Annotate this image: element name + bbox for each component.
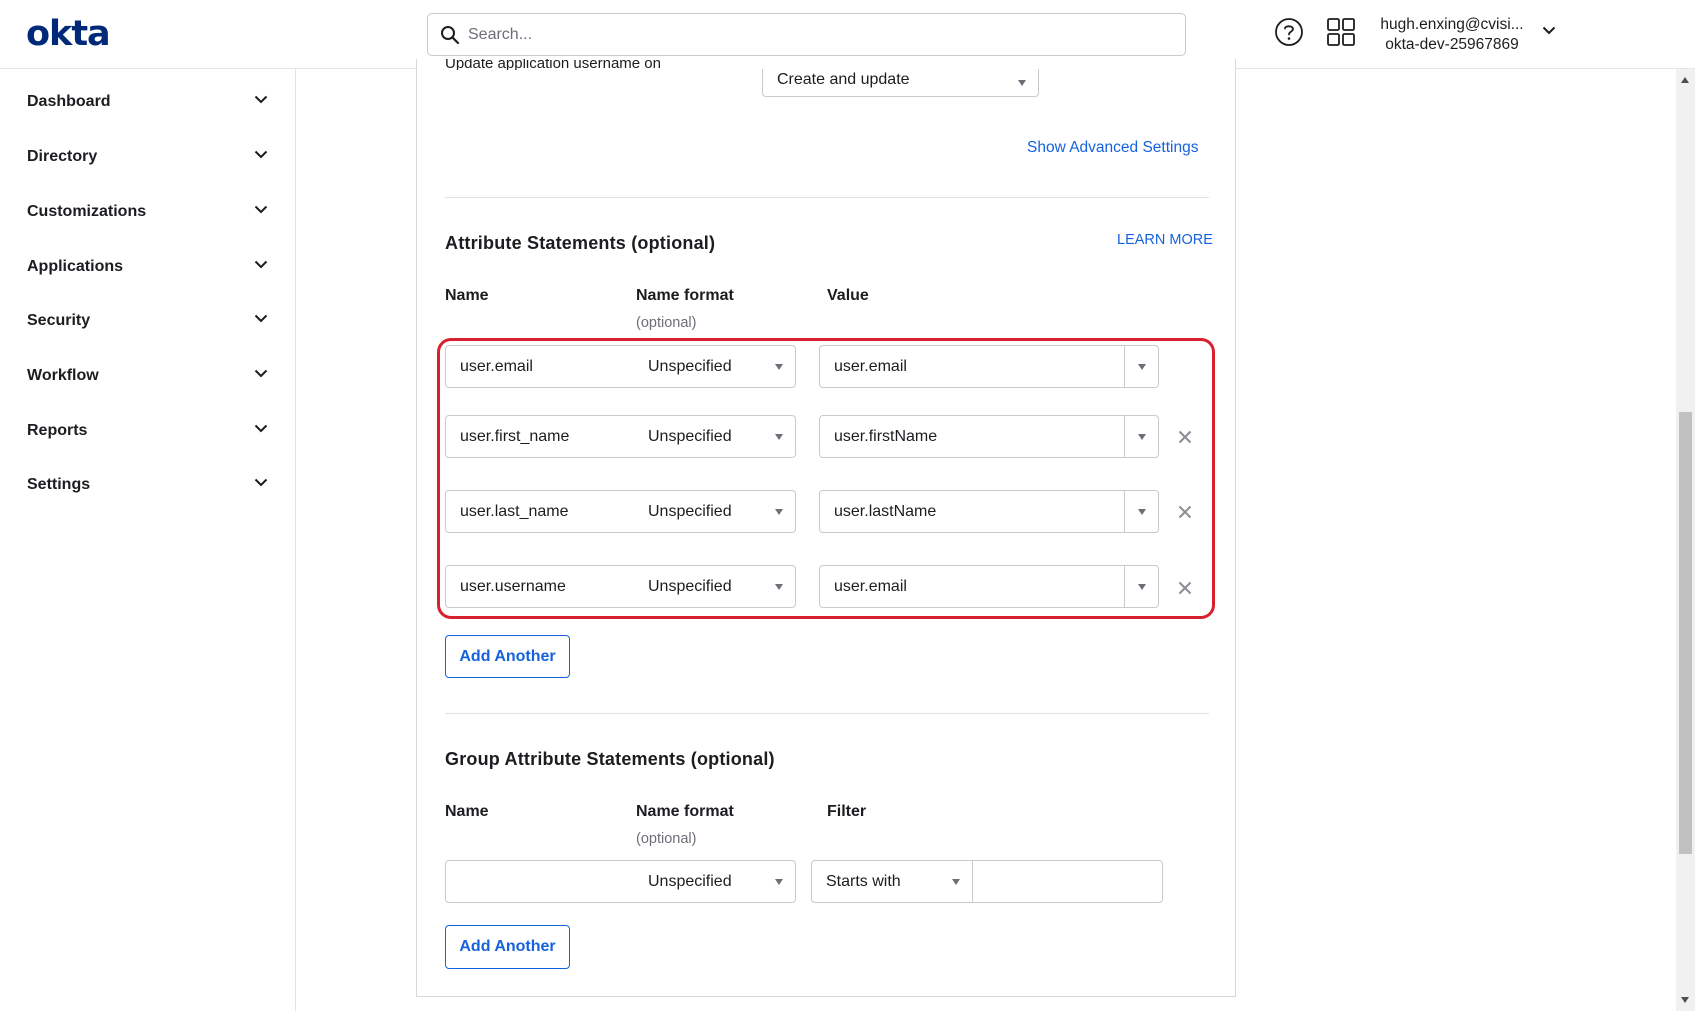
sidebar-item-label: Workflow (27, 367, 99, 384)
user-email: hugh.enxing@cvisi... (1380, 16, 1524, 33)
update-username-label: Update application username on (445, 59, 661, 70)
learn-more-link[interactable]: LEARN MORE (1117, 232, 1213, 248)
sidebar-item-label: Dashboard (27, 93, 111, 110)
sidebar-item-workflow[interactable]: Workflow (0, 356, 295, 396)
org-name: okta-dev-25967869 (1385, 36, 1519, 53)
caret-down-icon (952, 878, 960, 885)
sidebar-item-dashboard[interactable]: Dashboard (0, 82, 295, 122)
col-header-optional: (optional) (636, 315, 697, 331)
attribute-statements-title: Attribute Statements (optional) (445, 233, 716, 253)
chevron-down-icon (254, 95, 268, 104)
sidebar-item-label: Settings (27, 476, 91, 493)
chevron-down-icon (254, 150, 268, 159)
section-divider (445, 197, 1209, 198)
chevron-down-icon (254, 424, 268, 433)
search-icon (441, 25, 460, 44)
sidebar-item-customizations[interactable]: Customizations (0, 192, 295, 232)
group-filter-value-input[interactable] (972, 860, 1163, 903)
group-filter-type-select[interactable]: Starts with (811, 860, 973, 903)
col-header-filter: Filter (827, 803, 867, 820)
sidebar-item-security[interactable]: Security (0, 301, 295, 341)
chevron-down-icon (254, 260, 268, 269)
sidebar-item-directory[interactable]: Directory (0, 137, 295, 177)
section-divider (445, 713, 1209, 714)
user-menu[interactable]: hugh.enxing@cvisi... okta-dev-25967869 (1372, 15, 1532, 55)
help-icon[interactable] (1274, 17, 1304, 47)
sidebar-item-applications[interactable]: Applications (0, 247, 295, 287)
add-another-group-attribute-button[interactable]: Add Another (445, 925, 570, 969)
add-another-attribute-button[interactable]: Add Another (445, 635, 570, 678)
scrollbar-thumb[interactable] (1679, 412, 1692, 854)
sidebar-item-label: Applications (27, 258, 124, 275)
sidebar-item-settings[interactable]: Settings (0, 465, 295, 505)
scroll-down-arrow-icon[interactable] (1681, 997, 1689, 1003)
show-advanced-settings-link[interactable]: Show Advanced Settings (1027, 139, 1198, 157)
search-input[interactable] (468, 25, 1148, 44)
col-header-name-format: Name format (636, 287, 734, 304)
caret-down-icon (775, 878, 783, 885)
update-username-value: Create and update (777, 70, 910, 88)
chevron-down-icon[interactable] (1542, 26, 1556, 35)
col-header-name: Name (445, 287, 489, 304)
okta-logo[interactable]: okta (26, 14, 111, 54)
highlight-outline (437, 338, 1215, 619)
col-header-optional: (optional) (636, 831, 697, 847)
group-attribute-format-select[interactable]: Unspecified (634, 860, 796, 903)
sidebar-item-label: Reports (27, 422, 88, 439)
sidebar-item-label: Security (27, 312, 91, 329)
col-header-value: Value (827, 287, 869, 304)
col-header-name: Name (445, 803, 489, 820)
group-attribute-name-input[interactable] (445, 860, 635, 903)
chevron-down-icon (254, 369, 268, 378)
chevron-down-icon (254, 205, 268, 214)
chevron-down-icon (254, 314, 268, 323)
search-box[interactable] (427, 13, 1186, 56)
chevron-down-icon (254, 478, 268, 487)
sidebar-item-reports[interactable]: Reports (0, 411, 295, 451)
sidebar: Dashboard Directory Customizations Appli… (0, 69, 296, 1011)
vertical-scrollbar[interactable] (1676, 69, 1695, 1011)
sidebar-item-label: Directory (27, 148, 98, 165)
col-header-name-format: Name format (636, 803, 734, 820)
update-username-select[interactable]: Create and update (762, 69, 1039, 97)
group-attribute-statements-title: Group Attribute Statements (optional) (445, 749, 775, 769)
caret-down-icon (1018, 79, 1026, 86)
scroll-up-arrow-icon[interactable] (1681, 77, 1689, 83)
group-filter-type-value: Starts with (826, 872, 901, 890)
sidebar-item-label: Customizations (27, 203, 147, 220)
group-attribute-format-value: Unspecified (648, 872, 732, 890)
app-grid-icon[interactable] (1326, 17, 1356, 47)
